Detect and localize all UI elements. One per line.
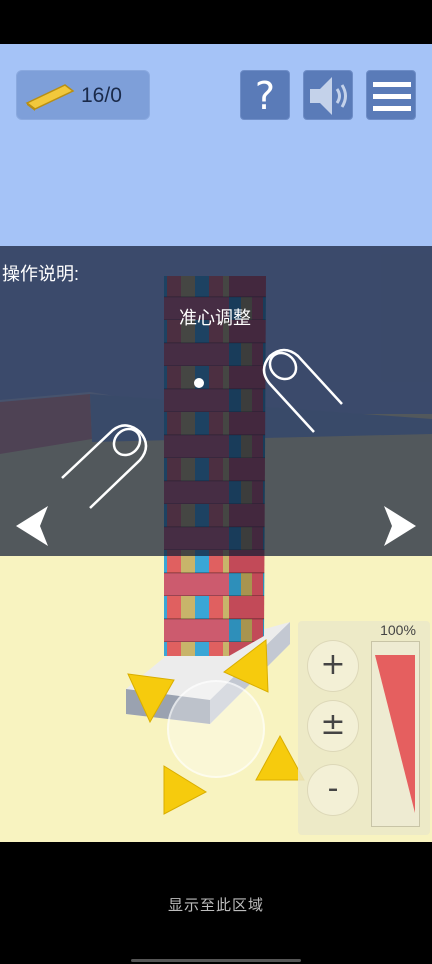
question-icon: ? [254, 74, 276, 118]
zoom-out-button[interactable]: - [308, 765, 358, 815]
menu-button[interactable] [366, 70, 416, 120]
zoom-reset-button[interactable]: ± [308, 701, 358, 751]
wooden-block-icon [25, 84, 75, 111]
home-indicator[interactable] [131, 959, 301, 962]
bottom-bar: 显示至此区域 [0, 842, 432, 964]
hamburger-menu-icon [373, 82, 411, 111]
up-right-arrow-icon[interactable] [220, 636, 280, 696]
down-left-arrow-icon[interactable] [154, 760, 214, 820]
display-area-note: 显示至此区域 [167, 897, 264, 914]
help-button[interactable]: ? [240, 70, 290, 120]
status-bar [0, 0, 432, 44]
left-swipe-hand-icon [61, 424, 148, 509]
zoom-gauge-fill [375, 655, 415, 813]
zoom-percent: 100% [380, 622, 416, 638]
speaker-icon [310, 77, 347, 115]
chevron-right-icon[interactable] [378, 502, 422, 550]
zoom-gauge[interactable] [371, 641, 420, 827]
up-left-arrow-icon[interactable] [122, 666, 182, 726]
zoom-in-button[interactable]: + [308, 641, 358, 691]
game-view[interactable]: 16/0 ? 操作说明: 准心调整 100% + ± - [0, 44, 432, 842]
block-count: 16/0 [81, 84, 122, 107]
sound-button[interactable] [303, 70, 353, 120]
instructions-title: 操作说明: [2, 264, 80, 284]
chevron-left-icon[interactable] [10, 502, 54, 550]
zoom-panel: 100% + ± - [298, 621, 430, 835]
aim-adjust-label: 准心调整 [179, 308, 251, 328]
right-swipe-hand-icon [262, 348, 343, 433]
block-counter: 16/0 [16, 70, 150, 120]
